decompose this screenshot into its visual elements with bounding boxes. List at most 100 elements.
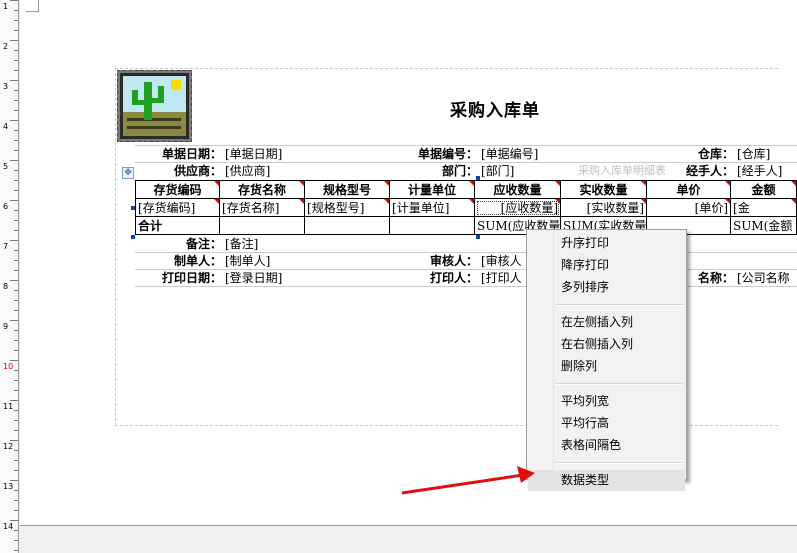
context-menu-item[interactable]: 在右侧插入列 [528, 334, 685, 355]
print-date-label: 打印日期： [161, 271, 222, 285]
printer-field[interactable]: [打印人 [481, 270, 525, 287]
ruler-tick [14, 230, 18, 231]
bill-date-field[interactable]: [单据日期] [225, 146, 385, 163]
ruler-tick [10, 200, 18, 201]
context-menu-item[interactable]: 升序打印 [528, 233, 685, 254]
ruler-label: 12 [3, 442, 14, 451]
ruler-tick [14, 390, 18, 391]
red-corner-marker [641, 199, 646, 204]
red-arrow-annotation [401, 466, 535, 495]
ruler-tick [14, 220, 18, 221]
context-menu-item[interactable]: 删除列 [528, 356, 685, 377]
ruler-tick [14, 210, 18, 211]
handler-field[interactable]: [经手人] [737, 163, 797, 180]
ruler-tick [10, 360, 18, 361]
table-total-cell[interactable]: 合计 [134, 216, 221, 235]
table-header-cell[interactable]: 规格型号 [304, 180, 391, 199]
table-total-cell[interactable] [304, 216, 391, 235]
ruler-tick [14, 10, 18, 11]
table-total-cell[interactable]: SUM(金额 [730, 216, 797, 235]
table-header-cell[interactable]: 单价 [646, 180, 732, 199]
context-menu-item[interactable]: 在左侧插入列 [528, 312, 685, 333]
company-logo-image[interactable] [116, 69, 193, 143]
cell-text: 存货名称 [238, 183, 287, 197]
table-header-cell[interactable]: 金额 [730, 180, 797, 199]
cell-text: 存货编码 [153, 183, 202, 197]
ruler-tick [10, 160, 18, 161]
bill-number-label: 单据编号： [417, 147, 478, 161]
cell-text: [金 [733, 201, 750, 215]
ruler-label: 5 [3, 162, 9, 171]
table-detail-cell[interactable]: [存货编码] [134, 198, 221, 217]
remark-label: 备注： [185, 237, 222, 251]
table-detail-cell[interactable]: [存货名称] [219, 198, 306, 217]
table-header-cell[interactable]: 实收数量 [560, 180, 648, 199]
ruler-label: 14 [3, 522, 14, 531]
ruler-tick [14, 20, 18, 21]
table-total-cell[interactable] [389, 216, 476, 235]
ruler-tick [14, 310, 18, 311]
context-menu-item[interactable]: 多列排序 [528, 277, 685, 298]
table-detail-cell[interactable]: [单价] [646, 198, 732, 217]
table-total-cell[interactable] [219, 216, 306, 235]
table-move-icon[interactable]: ✥ [122, 167, 134, 179]
table-detail-cell[interactable]: [应收数量] [474, 198, 562, 217]
ruler-tick [14, 250, 18, 251]
selection-handle[interactable] [131, 206, 135, 210]
company-name-field[interactable]: [公司名称 [737, 270, 797, 287]
table-detail-cell[interactable]: [规格型号] [304, 198, 391, 217]
ruler-tick [14, 460, 18, 461]
ruler-label: 1 [3, 2, 9, 11]
ruler-label: 13 [3, 482, 14, 491]
context-menu-item[interactable]: 数据类型 [528, 470, 685, 491]
red-corner-marker [469, 181, 474, 186]
table-detail-row: [存货编码] [存货名称] [规格型号] [计量单位] [应收数量] [实收数量] [单价]… [134, 198, 797, 217]
bill-number-field[interactable]: [单据编号] [481, 146, 641, 163]
warehouse-field[interactable]: [仓库] [737, 146, 797, 163]
context-menu-item[interactable]: 降序打印 [528, 255, 685, 276]
checker-field[interactable]: [审核人 [481, 253, 525, 270]
table-header-cell[interactable]: 应收数量 [474, 180, 562, 199]
table-detail-cell[interactable]: [实收数量] [560, 198, 648, 217]
ruler-tick [14, 540, 18, 541]
ruler-label: 4 [3, 122, 9, 131]
table-header-cell[interactable]: 计量单位 [389, 180, 476, 199]
context-menu-item[interactable]: 平均行高 [528, 413, 685, 434]
selection-handle[interactable] [476, 176, 480, 180]
ruler-tick [14, 510, 18, 511]
department-field[interactable]: [部门] [481, 163, 581, 180]
table-header-cell[interactable]: 存货名称 [219, 180, 306, 199]
ruler-tick [14, 30, 18, 31]
report-title[interactable]: 采购入库单 [450, 96, 540, 121]
ruler-tick [14, 490, 18, 491]
ruler-tick [14, 190, 18, 191]
cactus-logo-icon [116, 69, 193, 143]
selection-handle[interactable] [476, 235, 480, 239]
checker-label: 审核人： [429, 254, 478, 268]
red-corner-marker [384, 181, 389, 186]
ruler-tick [14, 470, 18, 471]
maker-field[interactable]: [制单人] [225, 253, 385, 270]
ruler-tick [14, 410, 18, 411]
cell-text: [存货名称] [222, 201, 280, 215]
print-date-field[interactable]: [登录日期] [225, 270, 385, 287]
table-detail-cell[interactable]: [金 [730, 198, 797, 217]
vertical-ruler: 1 2 3 4 5 6 7 8 9 10 11 12 13 14 [0, 0, 19, 553]
ruler-tick [14, 500, 18, 501]
department-label: 部门： [441, 164, 478, 178]
ruler-tick [14, 180, 18, 181]
red-corner-marker [791, 199, 796, 204]
warehouse-label: 仓库： [697, 147, 734, 161]
table-detail-cell[interactable]: [计量单位] [389, 198, 476, 217]
ruler-tick [10, 480, 18, 481]
context-menu-item[interactable]: 表格间隔色 [528, 435, 685, 456]
red-corner-marker [299, 199, 304, 204]
cell-text: SUM(金额 [733, 219, 793, 233]
menu-separator [555, 383, 683, 385]
red-corner-marker [214, 181, 219, 186]
table-header-cell[interactable]: 存货编码 [134, 180, 221, 199]
cell-text: [单价] [694, 201, 729, 215]
remark-field[interactable]: [备注] [225, 236, 385, 253]
context-menu-item[interactable]: 平均列宽 [528, 391, 685, 412]
supplier-field[interactable]: [供应商] [225, 163, 385, 180]
